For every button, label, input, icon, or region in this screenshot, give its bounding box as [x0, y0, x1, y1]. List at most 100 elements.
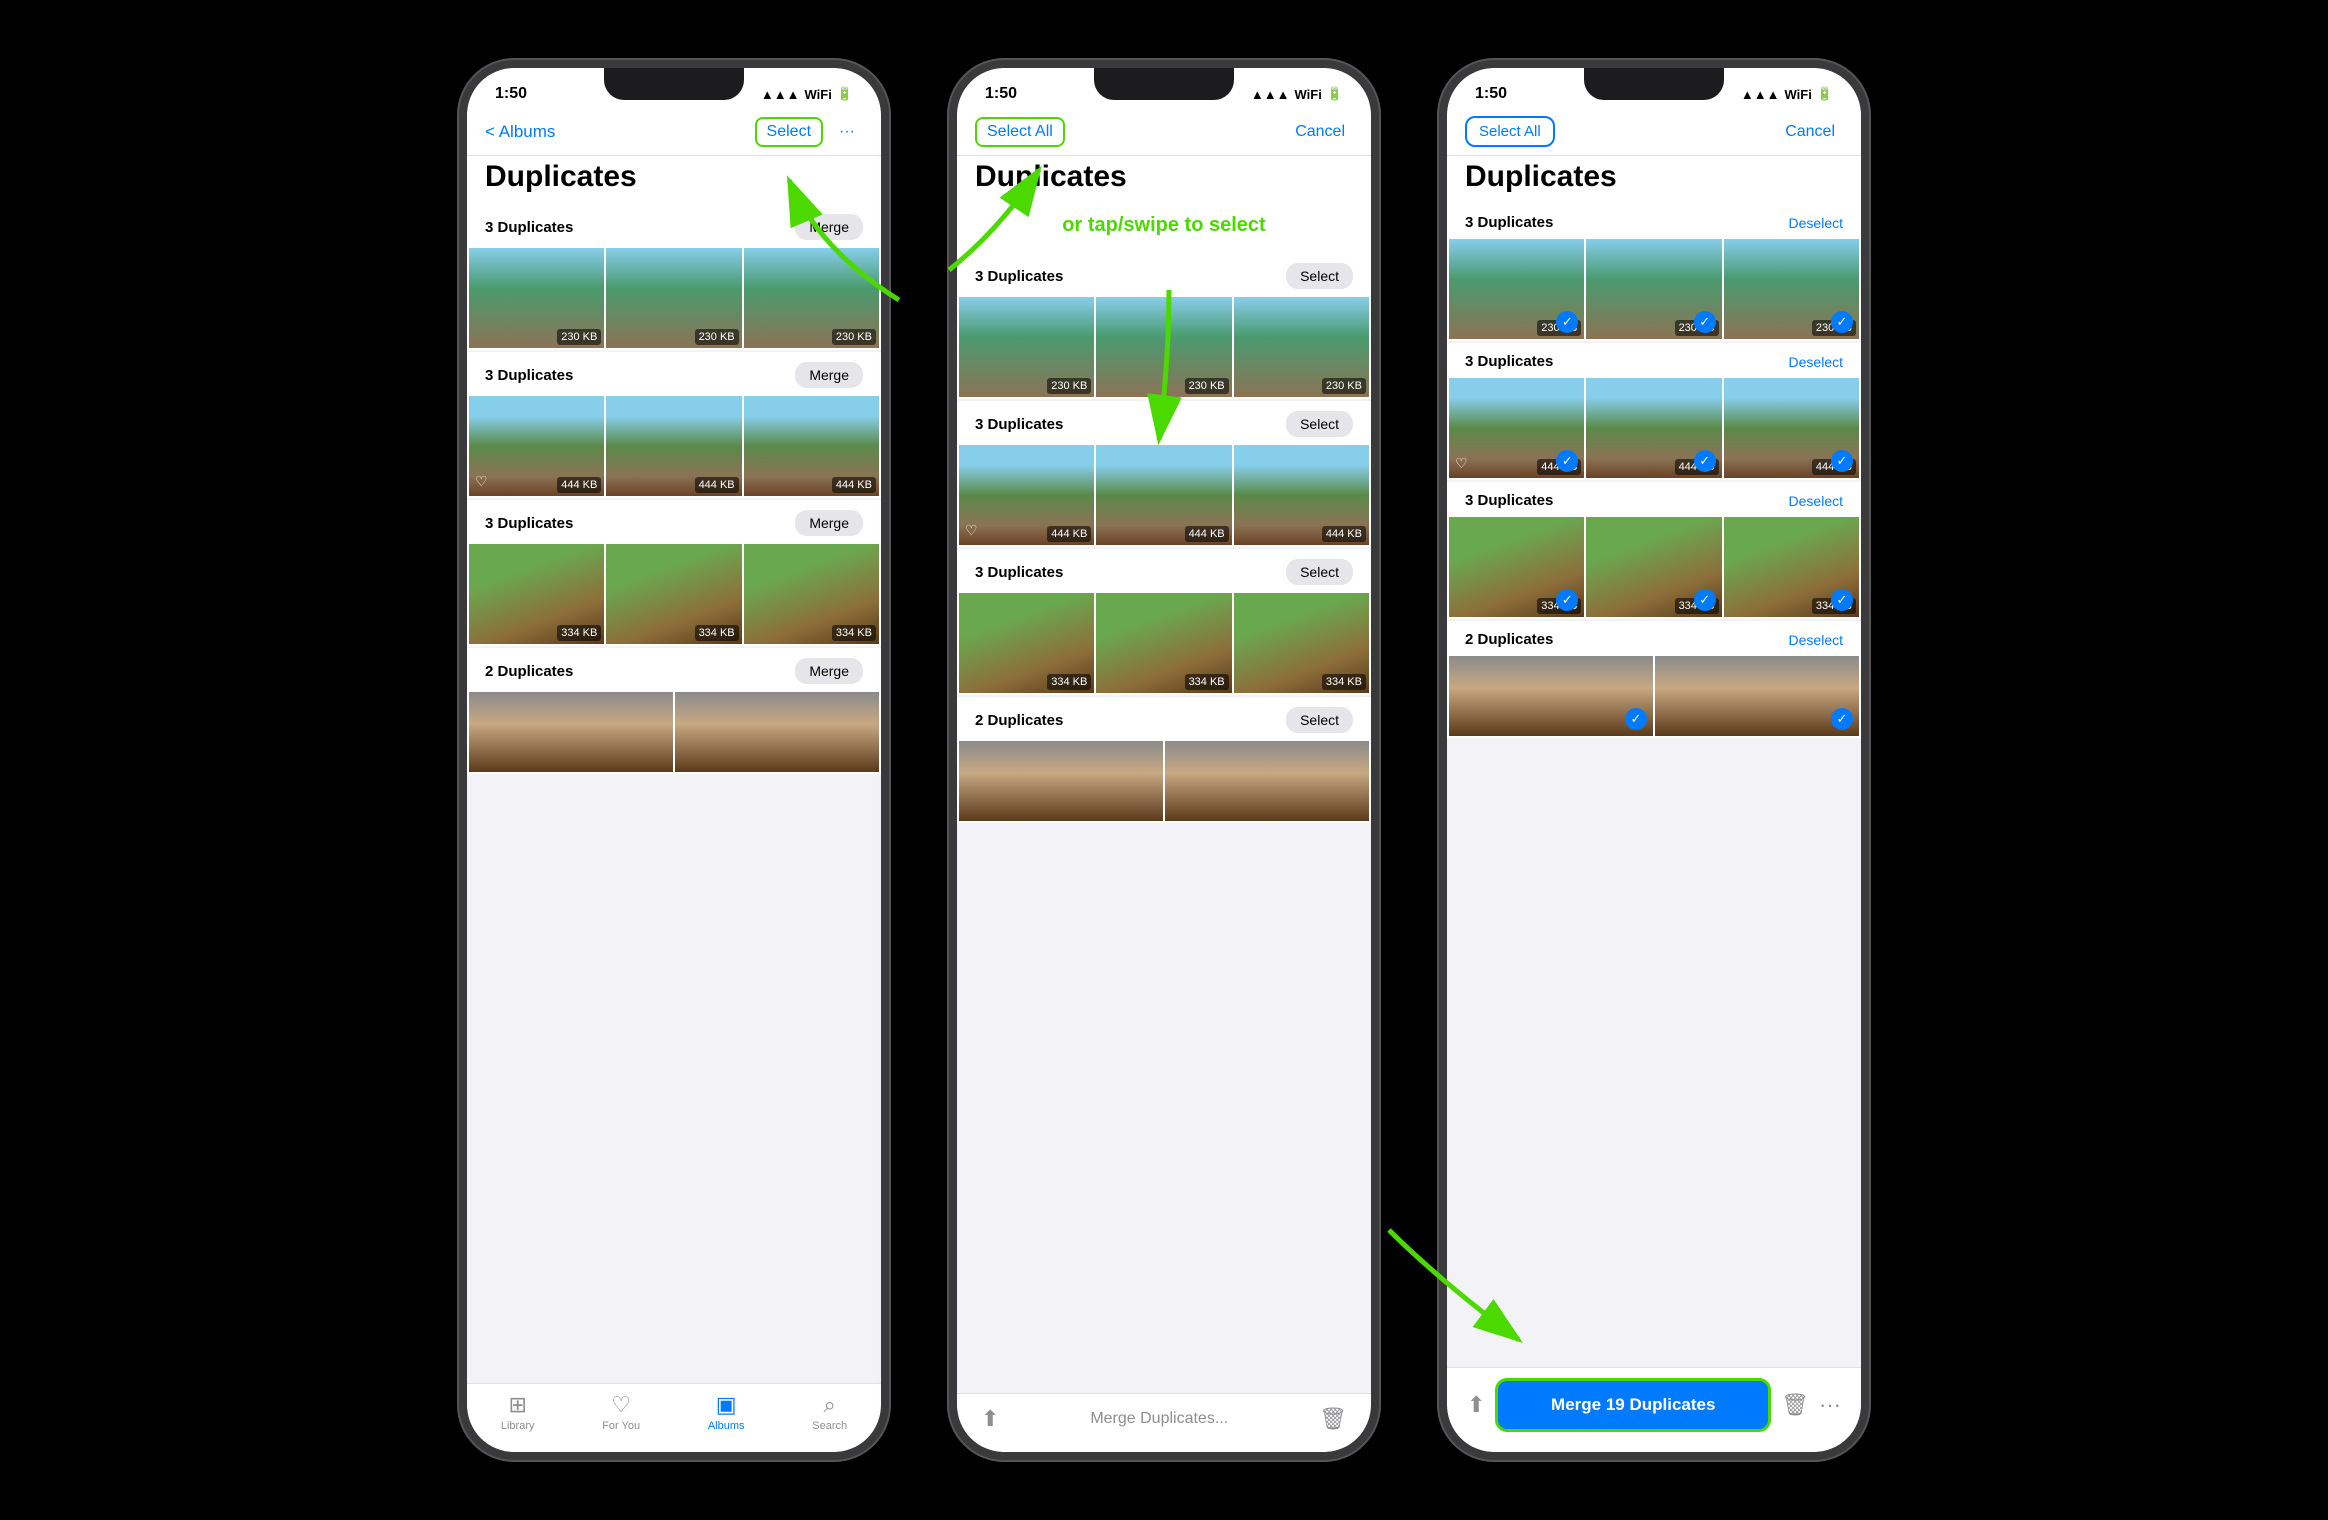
photo-row-4-p2	[957, 741, 1371, 823]
trash-icon-3[interactable]: 🗑	[1781, 1392, 1809, 1418]
tab-albums-label-1: Albums	[708, 1420, 745, 1432]
page-title-2: Duplicates	[975, 160, 1353, 194]
size-2-p2-3: 444 KB	[1322, 526, 1366, 542]
content-3: 3 Duplicates Deselect 230 KB ✓ 230 KB ✓	[1447, 204, 1861, 1367]
tab-library-1[interactable]: ⊞ Library	[501, 1392, 535, 1432]
check-2-p3-2: ✓	[1694, 450, 1716, 472]
library-icon-1: ⊞	[508, 1392, 526, 1418]
merge-duplicates-label-2[interactable]: Merge Duplicates...	[1090, 1410, 1228, 1428]
tab-search-label-1: Search	[812, 1420, 847, 1432]
group-2-phone3: 3 Duplicates Deselect ♡ 444 KB ✓ 444 KB …	[1447, 343, 1861, 480]
photo-cell-1-p2-3: 230 KB	[1234, 297, 1369, 397]
photo-cell-1-p1-2: 230 KB	[606, 248, 741, 348]
status-icons-1: ▲▲▲ WiFi 🔋	[761, 86, 853, 102]
tab-search-1[interactable]: ⌕ Search	[812, 1392, 847, 1432]
photo-row-2-p1: ♡ 444 KB 444 KB 444 KB	[467, 396, 881, 498]
back-btn-1[interactable]: < Albums	[485, 122, 555, 142]
size-2-p2-2: 444 KB	[1185, 526, 1229, 542]
more-icon-3[interactable]: ···	[1819, 1392, 1841, 1418]
photo-cell-4-p2-2	[1165, 741, 1369, 821]
photo-cell-1-p2-2: 230 KB	[1096, 297, 1231, 397]
photo-cell-2-p3-3: 444 KB ✓	[1724, 378, 1859, 478]
page-title-3: Duplicates	[1465, 160, 1843, 194]
select-all-btn-3[interactable]: Select All	[1465, 116, 1555, 147]
notch-2	[1094, 68, 1234, 100]
size-2-p2-1: 444 KB	[1047, 526, 1091, 542]
photo-row-3-p3: 334 KB ✓ 334 KB ✓ 334 KB ✓	[1447, 517, 1861, 619]
photo-cell-1-p3-1: 230 KB ✓	[1449, 239, 1584, 339]
wifi-icon-2: WiFi	[1294, 87, 1321, 102]
group-header-4-p2: 2 Duplicates Select	[957, 697, 1371, 741]
photo-row-1-p2: 230 KB 230 KB 230 KB	[957, 297, 1371, 399]
photo-cell-3-p2-1: 334 KB	[959, 593, 1094, 693]
tab-foryou-1[interactable]: ♡ For You	[602, 1392, 640, 1432]
group-title-4-p3: 2 Duplicates	[1465, 631, 1553, 648]
battery-icon-1: 🔋	[837, 86, 853, 102]
merge-19-btn-3[interactable]: Merge 19 Duplicates	[1495, 1378, 1771, 1432]
group-header-1-p3: 3 Duplicates Deselect	[1447, 204, 1861, 239]
group-title-3-p1: 3 Duplicates	[485, 515, 573, 532]
nav-right-1: Select ···	[755, 117, 863, 147]
photo-cell-3-p1-2: 334 KB	[606, 544, 741, 644]
photo-cell-4-p1-1	[469, 692, 673, 772]
page-title-bar-3: Duplicates	[1447, 156, 1861, 204]
photo-row-3-p2: 334 KB 334 KB 334 KB	[957, 593, 1371, 695]
size-label-2-p1-1: 444 KB	[557, 477, 601, 493]
select-btn-g3-p2[interactable]: Select	[1286, 559, 1353, 585]
check-2-p3-3: ✓	[1831, 450, 1853, 472]
cancel-btn-2[interactable]: Cancel	[1287, 119, 1353, 145]
share-icon-3[interactable]: ⬆	[1467, 1392, 1485, 1418]
merge-btn-3-p1[interactable]: Merge	[795, 510, 863, 536]
group-1-phone1: 3 Duplicates Merge 230 KB 230 KB 230 KB	[467, 204, 881, 350]
select-all-btn-2[interactable]: Select All	[975, 117, 1065, 147]
merge-btn-4-p1[interactable]: Merge	[795, 658, 863, 684]
select-btn-1[interactable]: Select	[755, 117, 823, 147]
photo-row-2-p2: ♡ 444 KB 444 KB 444 KB	[957, 445, 1371, 547]
size-label-1-p1-2: 230 KB	[695, 329, 739, 345]
photo-cell-3-p1-1: 334 KB	[469, 544, 604, 644]
foryou-icon-1: ♡	[611, 1392, 631, 1418]
photo-cell-4-p1-2	[675, 692, 879, 772]
size-1-p2-3: 230 KB	[1322, 378, 1366, 394]
status-icons-3: ▲▲▲ WiFi 🔋	[1741, 86, 1833, 102]
select-btn-g2-p2[interactable]: Select	[1286, 411, 1353, 437]
tab-foryou-label-1: For You	[602, 1420, 640, 1432]
tab-albums-1[interactable]: ▣ Albums	[708, 1392, 745, 1432]
deselect-btn-g2-p3[interactable]: Deselect	[1789, 354, 1843, 370]
deselect-btn-g1-p3[interactable]: Deselect	[1789, 215, 1843, 231]
photo-row-4-p3: ✓ ✓	[1447, 656, 1861, 738]
group-title-3-p3: 3 Duplicates	[1465, 492, 1553, 509]
select-btn-g1-p2[interactable]: Select	[1286, 263, 1353, 289]
select-btn-g4-p2[interactable]: Select	[1286, 707, 1353, 733]
group-1-phone2: 3 Duplicates Select 230 KB 230 KB 230 KB	[957, 253, 1371, 399]
albums-icon-1: ▣	[716, 1392, 737, 1418]
phone-3: 1:50 ▲▲▲ WiFi 🔋 Select All Cancel Duplic…	[1439, 60, 1869, 1460]
deselect-btn-g4-p3[interactable]: Deselect	[1789, 632, 1843, 648]
group-header-2-p3: 3 Duplicates Deselect	[1447, 343, 1861, 378]
check-3-p3-2: ✓	[1694, 589, 1716, 611]
merge-btn-1-p1[interactable]: Merge	[795, 214, 863, 240]
photo-cell-2-p1-1: ♡ 444 KB	[469, 396, 604, 496]
cancel-btn-3[interactable]: Cancel	[1777, 119, 1843, 145]
photo-cell-3-p2-3: 334 KB	[1234, 593, 1369, 693]
status-time-3: 1:50	[1475, 85, 1507, 103]
trash-icon-2[interactable]: 🗑	[1319, 1406, 1347, 1432]
size-1-p2-1: 230 KB	[1047, 378, 1091, 394]
photo-cell-2-p1-2: 444 KB	[606, 396, 741, 496]
more-btn-1[interactable]: ···	[831, 119, 863, 145]
deselect-btn-g3-p3[interactable]: Deselect	[1789, 493, 1843, 509]
photo-cell-2-p3-1: ♡ 444 KB ✓	[1449, 378, 1584, 478]
group-title-1-p2: 3 Duplicates	[975, 268, 1063, 285]
photo-cell-3-p3-1: 334 KB ✓	[1449, 517, 1584, 617]
notch-1	[604, 68, 744, 100]
merge-btn-2-p1[interactable]: Merge	[795, 362, 863, 388]
share-icon-2[interactable]: ⬆	[981, 1406, 999, 1432]
photo-row-4-p1	[467, 692, 881, 774]
photo-cell-2-p2-2: 444 KB	[1096, 445, 1231, 545]
page-title-bar-1: Duplicates	[467, 156, 881, 204]
merge-bar-3: ⬆ Merge 19 Duplicates 🗑 ···	[1447, 1367, 1861, 1452]
tab-bar-1: ⊞ Library ♡ For You ▣ Albums ⌕ Search	[467, 1383, 881, 1452]
group-title-4-p2: 2 Duplicates	[975, 712, 1063, 729]
screen-2: 1:50 ▲▲▲ WiFi 🔋 Select All Cancel Duplic…	[957, 68, 1371, 1452]
group-header-2-p2: 3 Duplicates Select	[957, 401, 1371, 445]
